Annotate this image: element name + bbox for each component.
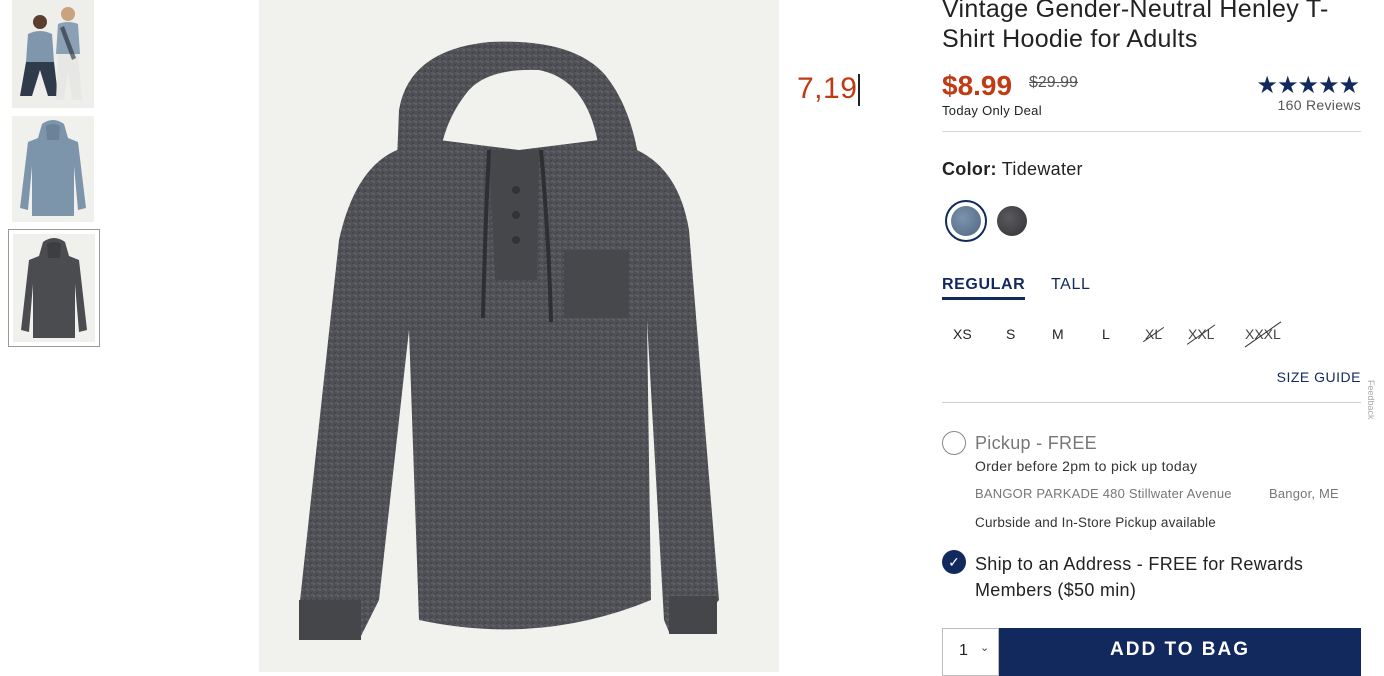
sale-price: $8.99 <box>942 70 1013 101</box>
size-l[interactable]: L <box>1102 326 1110 342</box>
deal-label: Today Only Deal <box>942 103 1042 118</box>
reviews-link[interactable]: 160 Reviews <box>1278 97 1361 113</box>
swatch-tidewater[interactable] <box>945 200 987 242</box>
divider <box>942 402 1361 403</box>
swatch-charcoal[interactable] <box>997 206 1027 236</box>
ship-checked-radio-icon[interactable]: ✓ <box>942 550 966 574</box>
tab-tall[interactable]: TALL <box>1051 276 1090 294</box>
product-title: Vintage Gender-Neutral Henley T-Shirt Ho… <box>942 0 1329 53</box>
overlay-number-input[interactable]: 7,19 <box>797 72 861 107</box>
charcoal-hoodie-large-image <box>259 0 779 672</box>
color-selected-value: Tidewater <box>1001 159 1083 179</box>
quantity-select[interactable]: 1 ⌄ <box>942 628 999 676</box>
pickup-store-city[interactable]: Bangor, ME <box>1269 486 1339 501</box>
tab-regular[interactable]: REGULAR <box>942 276 1026 300</box>
size-s[interactable]: S <box>1006 326 1015 342</box>
thumb-charcoal-frame <box>13 234 95 342</box>
color-label-row: Color: Tidewater <box>942 159 1083 180</box>
size-guide-link[interactable]: SIZE GUIDE <box>1277 369 1361 385</box>
pickup-radio[interactable] <box>942 431 966 455</box>
star-rating-icon[interactable]: ★★★★★ <box>1256 71 1360 100</box>
color-label: Color: <box>942 159 997 179</box>
original-price: $29.99 <box>1029 74 1078 91</box>
pickup-note: Curbside and In-Store Pickup available <box>975 515 1216 530</box>
size-xxxl-unavailable[interactable]: XXXL <box>1244 321 1282 348</box>
main-product-image[interactable] <box>259 0 779 672</box>
add-to-bag-button[interactable]: ADD TO BAG <box>999 628 1361 676</box>
thumb-model-couple[interactable] <box>12 0 94 108</box>
charcoal-hoodie-image <box>13 234 95 342</box>
feedback-tab[interactable]: Feedback <box>1366 380 1376 420</box>
tidewater-hoodie-image <box>12 116 94 222</box>
size-m[interactable]: M <box>1052 326 1064 342</box>
text-caret <box>858 74 861 107</box>
pickup-title[interactable]: Pickup - FREE <box>975 433 1097 454</box>
thumb-tidewater-hoodie[interactable] <box>12 116 94 222</box>
pickup-store-address[interactable]: BANGOR PARKADE 480 Stillwater Avenue <box>975 486 1232 501</box>
ship-to-address-label[interactable]: Ship to an Address - FREE for Rewards Me… <box>975 551 1355 603</box>
size-xxl-unavailable[interactable]: XXL <box>1186 324 1216 345</box>
size-xl-unavailable[interactable]: XL <box>1142 326 1165 343</box>
size-xs[interactable]: XS <box>953 326 972 342</box>
chevron-down-icon: ⌄ <box>980 642 990 654</box>
quantity-value: 1 <box>959 642 968 659</box>
thumb-charcoal-hoodie[interactable] <box>8 229 100 347</box>
swatch-tidewater-fill <box>951 206 981 236</box>
overlay-number-value: 7,19 <box>797 72 858 105</box>
pickup-subtitle: Order before 2pm to pick up today <box>975 458 1198 474</box>
model-couple-image <box>12 0 94 108</box>
divider <box>942 131 1361 132</box>
